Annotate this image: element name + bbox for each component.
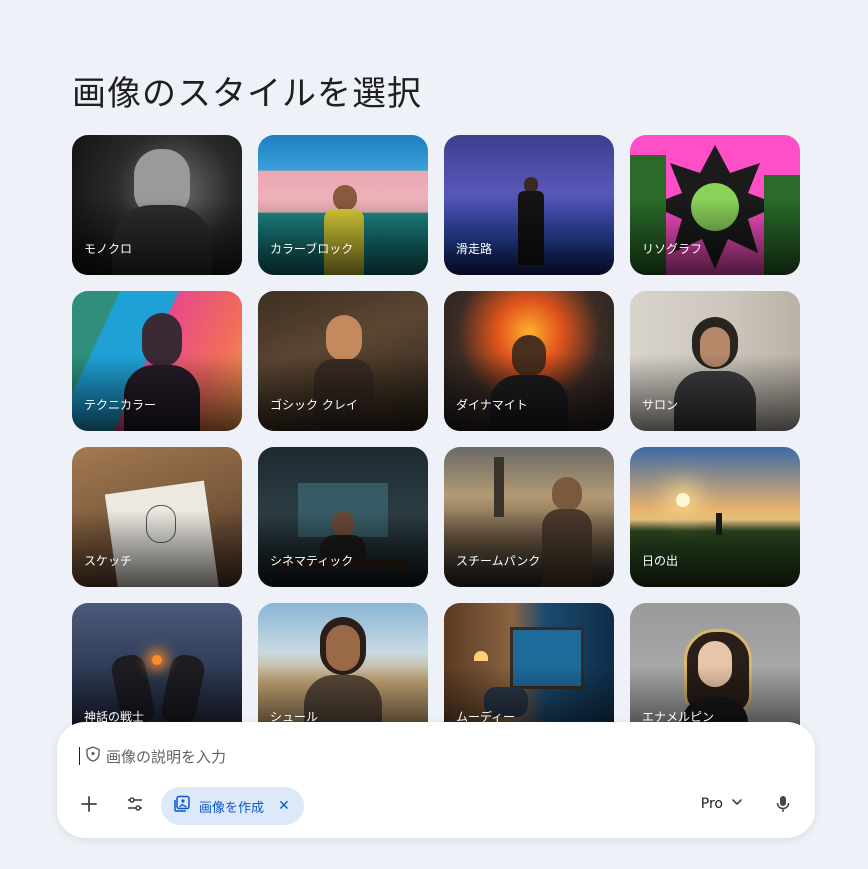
style-grid: モノクロ カラーブロック 滑走路 リソグラフ テクニカラー ゴシック クレイ ダ… <box>72 135 800 743</box>
style-tile-gothic-clay[interactable]: ゴシック クレイ <box>258 291 428 431</box>
page-title: 画像のスタイルを選択 <box>72 74 422 114</box>
add-button[interactable] <box>71 788 107 824</box>
spark <box>152 655 162 665</box>
model-selector[interactable]: Pro <box>701 796 743 812</box>
text-cursor <box>79 747 80 765</box>
image-stack-icon <box>173 795 191 817</box>
style-label: テクニカラー <box>84 398 157 412</box>
shield-icon <box>86 746 100 766</box>
prompt-placeholder: 画像の説明を入力 <box>106 747 227 766</box>
create-image-chip[interactable]: 画像を作成 ✕ <box>161 787 304 825</box>
prompt-box: 画像の説明を入力 画像を作成 ✕ Pro <box>57 722 815 838</box>
prompt-input[interactable]: 画像の説明を入力 <box>79 744 679 768</box>
tools-button[interactable] <box>117 788 153 824</box>
plus-icon <box>80 795 98 817</box>
figure-face <box>326 625 360 671</box>
style-tile-cinematic[interactable]: シネマティック <box>258 447 428 587</box>
style-label: リソグラフ <box>642 242 703 256</box>
clock-tower <box>494 457 504 517</box>
figure-head <box>552 477 582 511</box>
style-label: 日の出 <box>642 554 679 568</box>
lamp <box>474 651 488 661</box>
style-tile-steampunk[interactable]: スチームパンク <box>444 447 614 587</box>
style-label: スチームパンク <box>456 554 541 568</box>
style-label: ゴシック クレイ <box>270 398 358 412</box>
style-tile-runway[interactable]: 滑走路 <box>444 135 614 275</box>
style-label: シネマティック <box>270 554 354 568</box>
style-tile-technicolor[interactable]: テクニカラー <box>72 291 242 431</box>
style-label: 滑走路 <box>456 242 493 256</box>
tune-icon <box>126 795 144 817</box>
style-label: ダイナマイト <box>456 398 528 412</box>
style-label: カラーブロック <box>270 242 354 256</box>
style-label: モノクロ <box>84 242 133 256</box>
style-tile-salon[interactable]: サロン <box>630 291 800 431</box>
model-label: Pro <box>700 796 723 812</box>
mic-icon <box>775 795 791 817</box>
style-tile-color-block[interactable]: カラーブロック <box>258 135 428 275</box>
style-tile-sketch[interactable]: スケッチ <box>72 447 242 587</box>
style-tile-dynamite[interactable]: ダイナマイト <box>444 291 614 431</box>
style-label: スケッチ <box>84 554 133 568</box>
style-label: サロン <box>642 398 679 412</box>
style-tile-sunrise[interactable]: 日の出 <box>630 447 800 587</box>
style-tile-monochrome[interactable]: モノクロ <box>72 135 242 275</box>
sun <box>676 493 690 507</box>
style-tile-risograph[interactable]: リソグラフ <box>630 135 800 275</box>
mic-button[interactable] <box>765 788 801 824</box>
chevron-down-icon <box>731 796 743 812</box>
close-icon[interactable]: ✕ <box>278 798 290 814</box>
chip-label: 画像を作成 <box>199 800 265 816</box>
